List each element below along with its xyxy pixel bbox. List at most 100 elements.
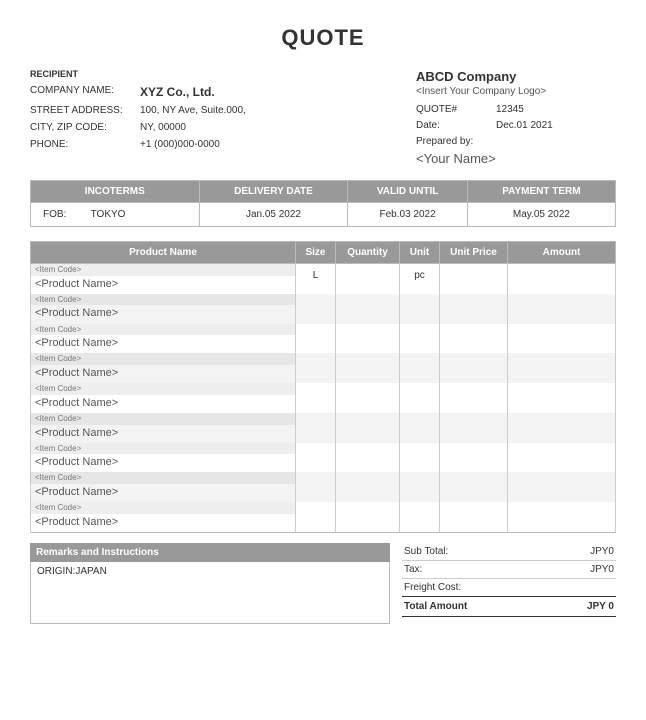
cell-amount <box>508 294 615 306</box>
logo-placeholder: <Insert Your Company Logo> <box>416 86 616 97</box>
cell-qty <box>336 472 399 484</box>
cell-amount <box>508 383 615 395</box>
cell-qty <box>336 443 399 455</box>
product-name: <Product Name> <box>31 335 295 353</box>
cell-qty <box>336 353 399 365</box>
product-name: <Product Name> <box>31 514 295 532</box>
cell-price <box>440 502 507 514</box>
table-row: <Item Code><Product Name> <box>31 502 616 532</box>
cell-size <box>296 383 335 395</box>
cell-qty <box>336 264 399 276</box>
prepared-by-label: Prepared by: <box>416 135 496 149</box>
products-header-qty: Quantity <box>336 242 400 264</box>
cell-size <box>296 353 335 365</box>
tax-label: Tax: <box>404 564 422 575</box>
item-code: <Item Code> <box>31 264 295 276</box>
company-name-label: COMPANY NAME: <box>30 83 140 101</box>
cell-unit <box>400 413 439 425</box>
quote-number-label: QUOTE# <box>416 103 496 117</box>
product-name: <Product Name> <box>31 365 295 383</box>
bottom-section: Remarks and Instructions ORIGIN:JAPAN Su… <box>30 543 616 624</box>
recipient-block: RECIPIENT COMPANY NAME: XYZ Co., Ltd. ST… <box>30 69 416 166</box>
products-table: Product Name Size Quantity Unit Unit Pri… <box>30 241 616 533</box>
product-name: <Product Name> <box>31 395 295 413</box>
incoterms-prefix: FOB: <box>43 209 88 220</box>
total-value: JPY 0 <box>587 601 614 612</box>
cell-qty <box>336 294 399 306</box>
cell-unit <box>400 383 439 395</box>
cell-qty <box>336 324 399 336</box>
terms-table: INCOTERMS DELIVERY DATE VALID UNTIL PAYM… <box>30 180 616 227</box>
item-code: <Item Code> <box>31 443 295 455</box>
product-name: <Product Name> <box>31 425 295 443</box>
sender-company: ABCD Company <box>416 69 616 84</box>
cell-price <box>440 413 507 425</box>
product-name: <Product Name> <box>31 484 295 502</box>
table-row: <Item Code><Product Name> <box>31 443 616 473</box>
subtotal-label: Sub Total: <box>404 546 448 557</box>
incoterms-value: TOKYO <box>91 209 126 220</box>
table-row: <Item Code><Product Name> <box>31 353 616 383</box>
table-row: <Item Code><Product Name> <box>31 383 616 413</box>
date-label: Date: <box>416 119 496 133</box>
city-value: NY, 00000 <box>140 120 186 135</box>
phone-value: +1 (000)000-0000 <box>140 137 220 152</box>
date-value: Dec.01 2021 <box>496 119 553 133</box>
phone-label: PHONE: <box>30 137 140 152</box>
remarks-body: ORIGIN:JAPAN <box>30 562 390 624</box>
cell-amount <box>508 443 615 455</box>
cell-amount <box>508 502 615 514</box>
cell-price <box>440 383 507 395</box>
valid-until-cell: Feb.03 2022 <box>348 203 468 227</box>
cell-size <box>296 502 335 514</box>
product-name: <Product Name> <box>31 305 295 323</box>
subtotal-value: JPY0 <box>590 546 614 557</box>
cell-amount <box>508 353 615 365</box>
cell-size: L <box>296 264 335 287</box>
cell-amount <box>508 324 615 336</box>
cell-unit <box>400 324 439 336</box>
item-code: <Item Code> <box>31 413 295 425</box>
cell-unit <box>400 502 439 514</box>
cell-price <box>440 324 507 336</box>
products-header-price: Unit Price <box>440 242 508 264</box>
cell-unit: pc <box>400 264 439 287</box>
cell-price <box>440 353 507 365</box>
table-row: <Item Code><Product Name> <box>31 413 616 443</box>
products-header-size: Size <box>296 242 336 264</box>
freight-label: Freight Cost: <box>404 582 461 593</box>
cell-qty <box>336 502 399 514</box>
totals-block: Sub Total: JPY0 Tax: JPY0 Freight Cost: … <box>402 543 616 624</box>
cell-size <box>296 472 335 484</box>
cell-amount <box>508 413 615 425</box>
table-row: <Item Code><Product Name>Lpc <box>31 264 616 294</box>
table-row: <Item Code><Product Name> <box>31 294 616 324</box>
cell-price <box>440 443 507 455</box>
recipient-heading: RECIPIENT <box>30 69 416 79</box>
incoterms-cell: FOB: TOKYO <box>31 203 200 227</box>
cell-price <box>440 294 507 306</box>
cell-unit <box>400 294 439 306</box>
item-code: <Item Code> <box>31 294 295 306</box>
remarks-header: Remarks and Instructions <box>30 543 390 562</box>
cell-size <box>296 324 335 336</box>
total-label: Total Amount <box>404 601 467 612</box>
cell-qty <box>336 413 399 425</box>
prepared-by-value: <Your Name> <box>416 151 616 166</box>
street-value: 100, NY Ave, Suite.000, <box>140 103 246 118</box>
city-label: CITY, ZIP CODE: <box>30 120 140 135</box>
street-label: STREET ADDRESS: <box>30 103 140 118</box>
table-row: <Item Code><Product Name> <box>31 472 616 502</box>
payment-term-cell: May.05 2022 <box>467 203 615 227</box>
cell-size <box>296 413 335 425</box>
cell-amount <box>508 472 615 484</box>
terms-header-delivery: DELIVERY DATE <box>199 181 348 203</box>
delivery-date-cell: Jan.05 2022 <box>199 203 348 227</box>
quote-number-value: 12345 <box>496 103 524 117</box>
item-code: <Item Code> <box>31 502 295 514</box>
terms-header-payment: PAYMENT TERM <box>467 181 615 203</box>
product-name: <Product Name> <box>31 454 295 472</box>
cell-amount <box>508 264 615 276</box>
products-header-unit: Unit <box>400 242 440 264</box>
cell-qty <box>336 383 399 395</box>
